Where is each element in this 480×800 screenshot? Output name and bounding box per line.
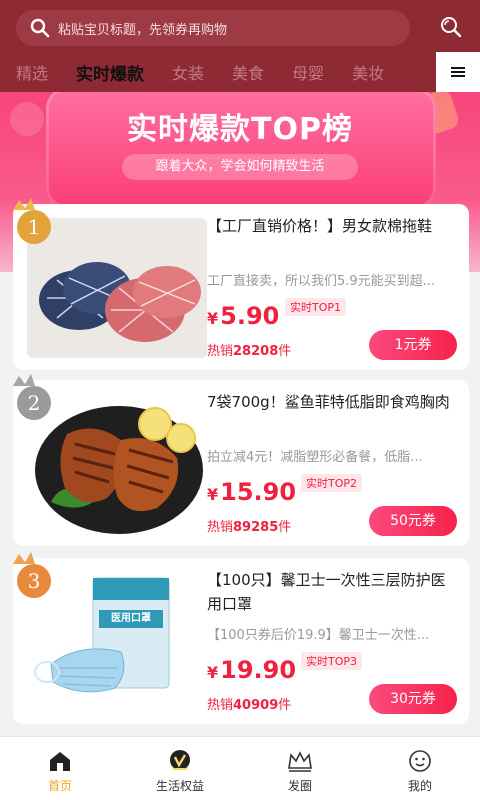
search-icon xyxy=(22,10,58,46)
coupon-button[interactable]: 50元券 xyxy=(369,506,457,536)
rank-badge: 2 xyxy=(9,374,59,424)
tab-baby[interactable]: 母婴 xyxy=(292,60,324,84)
menu-icon xyxy=(451,65,465,79)
header: 粘贴宝贝标题，先领券再购物 精选 实时爆款 女装 美食 母婴 美妆 xyxy=(0,0,480,92)
sales-count: 热销40909件 xyxy=(207,698,292,713)
tab-featured[interactable]: 精选 xyxy=(16,60,48,84)
product-card[interactable]: 1 【工厂直销价格！】男女款棉拖鞋 工厂直接卖，所以我们5.9元能买到超... … xyxy=(13,198,469,370)
top-rank-tag: 实时TOP3 xyxy=(301,652,363,670)
tab-food[interactable]: 美食 xyxy=(232,60,264,84)
product-description: 工厂直接卖，所以我们5.9元能买到超... xyxy=(207,274,436,289)
product-description: 【100只券后价19.9】馨卫士一次性... xyxy=(207,628,430,643)
product-price: ¥15.90 xyxy=(207,478,297,506)
banner-title: 实时爆款TOP榜 xyxy=(127,112,353,147)
crown-icon xyxy=(287,749,313,773)
search-button-icon[interactable] xyxy=(434,10,468,44)
rank-number: 1 xyxy=(17,210,51,244)
sales-count: 热销28208件 xyxy=(207,344,292,359)
tab-beauty[interactable]: 美妆 xyxy=(352,60,384,84)
tab-hot[interactable]: 实时爆款 xyxy=(76,60,144,85)
nav-life-benefits[interactable]: 生活权益 xyxy=(120,737,240,800)
nav-profile[interactable]: 我的 xyxy=(360,737,480,800)
rank-badge: 1 xyxy=(9,198,59,248)
mask-pack-label: 医用口罩 xyxy=(111,613,151,624)
rank-number: 2 xyxy=(17,386,51,420)
tab-women[interactable]: 女装 xyxy=(172,60,204,84)
banner-subtitle: 跟着大众，学会如何精致生活 xyxy=(122,154,358,180)
home-icon xyxy=(47,749,73,773)
product-price: ¥5.90 xyxy=(207,302,280,330)
vip-icon xyxy=(167,749,193,773)
search-placeholder: 粘贴宝贝标题，先领券再购物 xyxy=(58,22,228,38)
product-card[interactable]: 医用口罩 3 【100只】馨卫士一次性三层防护医用口罩 【100只券后价19.9… xyxy=(13,552,469,724)
profile-icon xyxy=(407,749,433,773)
top-rank-tag: 实时TOP1 xyxy=(285,298,347,316)
product-description: 拍立减4元！减脂塑形必备餐，低脂... xyxy=(207,450,423,465)
product-title[interactable]: 【100只】馨卫士一次性三层防护医用口罩 xyxy=(207,568,457,616)
nav-home[interactable]: 首页 xyxy=(0,737,120,800)
product-title[interactable]: 7袋700g！鲨鱼菲特低脂即食鸡胸肉 xyxy=(207,390,457,414)
search-bar[interactable]: 粘贴宝贝标题，先领券再购物 xyxy=(16,10,410,46)
category-tabs: 精选 实时爆款 女装 美食 母婴 美妆 xyxy=(0,52,436,92)
rank-number: 3 xyxy=(17,564,51,598)
top-rank-tag: 实时TOP2 xyxy=(301,474,363,492)
product-price: ¥19.90 xyxy=(207,656,297,684)
product-title[interactable]: 【工厂直销价格！】男女款棉拖鞋 xyxy=(207,214,457,238)
coupon-button[interactable]: 30元券 xyxy=(369,684,457,714)
coupon-button[interactable]: 1元券 xyxy=(369,330,457,360)
bottom-nav: 首页 生活权益 发圈 我的 xyxy=(0,736,480,800)
sales-count: 热销89285件 xyxy=(207,520,292,535)
rank-badge: 3 xyxy=(9,552,59,602)
product-card[interactable]: 2 7袋700g！鲨鱼菲特低脂即食鸡胸肉 拍立减4元！减脂塑形必备餐，低脂...… xyxy=(13,374,469,546)
nav-moments[interactable]: 发圈 xyxy=(240,737,360,800)
menu-button[interactable] xyxy=(436,52,480,92)
